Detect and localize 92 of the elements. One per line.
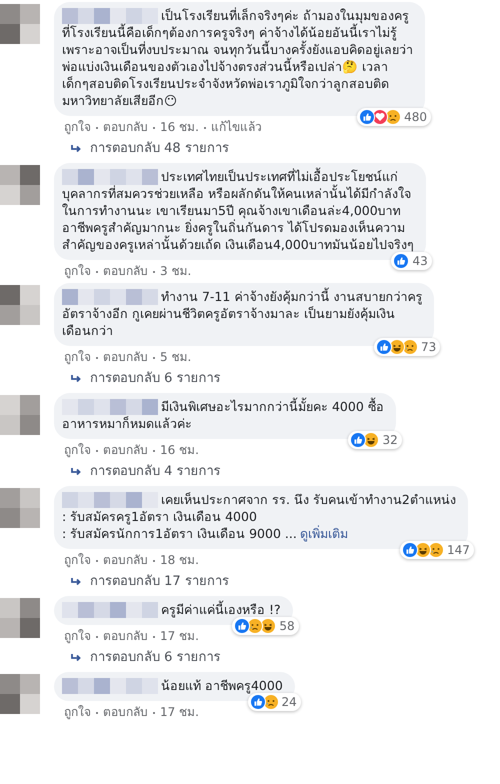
see-more-link[interactable]: ดูเพิ่มเติม [300,525,348,542]
reaction-badge[interactable]: 480 [357,108,431,126]
like-link[interactable]: ถูกใจ [64,705,91,720]
comment-text: ทำงาน 7-11 ค่าจ้างยังคุ้มกว่านี้ งานสบายกว่าครู [161,288,422,305]
comment-text: ที่โรงเรียนนี้คือเด็กๆต้องการครูจริงๆ ค่าจ้างได้น้อยอันนี้เราไม่รู้ [62,24,397,40]
comment-text: ครูมีค่าแค่นี้เองหรือ !? [161,601,281,618]
like-reaction-icon [393,253,410,269]
reaction-badge[interactable]: 32 [348,431,402,449]
blurred-name[interactable] [62,288,158,304]
view-replies-link[interactable]: การตอบกลับ 6 รายการ [54,365,478,389]
reply-arrow-icon [70,144,82,154]
like-link[interactable]: ถูกใจ [64,264,91,279]
avatar[interactable] [0,4,40,44]
timestamp: 16 ชม. [160,443,199,458]
love-reaction-icon [372,109,388,125]
comment-text: เพราะอาจเป็นที่งบประมาณ จนทุกวันนี้บางครั้งยังแอบคิดอยู่เลยว่า [62,41,413,58]
reply-link[interactable]: ตอบกลับ [103,443,148,458]
comment-text: พ่อแบ่งเงินเดือนของตัวเองไปจ้างตรงส่วนนี้หรือเปล่า🤔 เวลา [62,58,388,75]
timestamp: 17 ชม. [160,705,199,720]
haha-reaction-icon [414,542,431,558]
comment-text: บุคลากรที่สมควรช่วยเหลือ หรือผลักดันให้คนเหล่านั้นได้มีกำลังใจ [62,185,411,202]
sad-reaction-icon [247,618,264,634]
view-replies-link[interactable]: การตอบกลับ 6 รายการ [54,644,478,668]
sad-reaction-icon [402,339,418,355]
comment-text: ประเทศไทยเป็นประเทศที่ไม่เอื้อประโยชน์แก่ [161,168,398,184]
comment-text: เด็กๆสอบติดโรงเรียนประจำจังหวัดพ่อเราภูมิใจกว่าลูกสอบติด [62,75,389,92]
blurred-name[interactable] [62,492,158,508]
like-link[interactable]: ถูกใจ [64,629,91,644]
blurred-name[interactable] [62,678,158,694]
timestamp: 3 ชม. [160,264,192,279]
like-reaction-icon [250,694,266,710]
view-replies-link[interactable]: การตอบกลับ 4 รายการ [54,458,478,482]
reaction-badge[interactable]: 147 [400,541,474,559]
sad-reaction-icon [428,542,444,558]
reaction-badge[interactable]: 24 [248,693,301,711]
comment-text: เคยเห็นประกาศจาก รร. นึง รับคนเข้าทำงาน2ตำแหน่ง [161,491,456,508]
reaction-badge[interactable]: 73 [374,338,440,356]
like-link[interactable]: ถูกใจ [64,443,91,458]
reaction-badge[interactable]: 58 [232,617,299,635]
comment-text: ในการทำงานนะ เขาเรียนมา5ปี คุณจ้างเขาเดือนล่ะ4,000บาท [62,202,401,219]
like-reaction-icon [350,432,366,448]
comment-text: : รับสมัครนักการ1อัตรา เงินเดือน 9000 ... [62,525,297,542]
blurred-name[interactable] [62,8,158,24]
reply-arrow-icon [70,653,82,663]
edited-label[interactable]: แก้ไขแล้ว [210,120,262,135]
reply-link[interactable]: ตอบกลับ [103,553,148,568]
like-reaction-icon [359,109,376,125]
like-link[interactable]: ถูกใจ [64,350,91,365]
comment-text: มีเงินพิเศษอะไรมากกว่านี้มั้ยคะ 4000 ซื้อ [161,398,384,415]
timestamp: 16 ชม. [160,120,199,135]
timestamp: 18 ชม. [160,553,199,568]
reply-link[interactable]: ตอบกลับ [103,705,148,720]
comment-text: เป็นโรงเรียนที่เล็กจริงๆค่ะ ถ้ามองในมุมของครู [161,7,409,24]
reply-arrow-icon [70,467,82,477]
view-replies-link[interactable]: การตอบกลับ 48 รายการ [54,135,478,159]
avatar[interactable] [0,674,40,714]
comment-text: : รับสมัครครู1อัตรา เงินเดือน 4000 [62,508,257,525]
haha-reaction-icon [363,432,380,448]
avatar[interactable] [0,598,40,638]
comment-text: อัตราจ้างอีก กูเคยผ่านชีวิตครูอัตราจ้างมาละ เป็นยามยังคุ้มเงิน [62,305,395,322]
blurred-name[interactable] [62,398,158,414]
reply-link[interactable]: ตอบกลับ [103,120,148,135]
reaction-badge[interactable]: 43 [391,252,432,270]
avatar[interactable] [0,165,40,205]
avatar[interactable] [0,285,40,325]
avatar[interactable] [0,395,40,435]
like-link[interactable]: ถูกใจ [64,120,91,135]
haha-reaction-icon [389,339,406,355]
sad-reaction-icon [385,109,402,125]
comment-text: น้อยแท้ อาชีพครู4000 [161,677,283,694]
reply-link[interactable]: ตอบกลับ [103,350,148,365]
reply-link[interactable]: ตอบกลับ [103,264,148,279]
like-link[interactable]: ถูกใจ [64,553,91,568]
timestamp: 5 ชม. [160,350,192,365]
comment-text: สำคัญของครูเหล่านั้นด้วยเถ้ด เงินเดือน4,000บาทมันน้อยไปจริงๆ [62,236,414,253]
reply-arrow-icon [70,577,82,587]
like-reaction-icon [376,339,392,355]
comment-text: เดือนกว่า [62,322,113,339]
sad-reaction-icon [262,694,279,710]
comment-text: อาหารหมาก็หมดแล้วค่ะ [62,415,192,432]
reply-link[interactable]: ตอบกลับ [103,629,148,644]
blurred-name[interactable] [62,168,158,184]
avatar[interactable] [0,488,40,528]
comment-text: มหาวิทยาลัยเสียอีก😶 [62,92,178,109]
like-reaction-icon [402,542,418,558]
timestamp: 17 ชม. [160,629,199,644]
like-reaction-icon [234,618,250,634]
blurred-name[interactable] [62,602,158,618]
view-replies-link[interactable]: การตอบกลับ 17 รายการ [54,568,478,592]
haha-reaction-icon [260,618,276,634]
reply-arrow-icon [70,374,82,384]
comment-text: อาชีพครูสำคัญมากนะ ยิ่งครูในถิ่นกันดาร ได้โปรดมองเห็นความ [62,219,405,236]
